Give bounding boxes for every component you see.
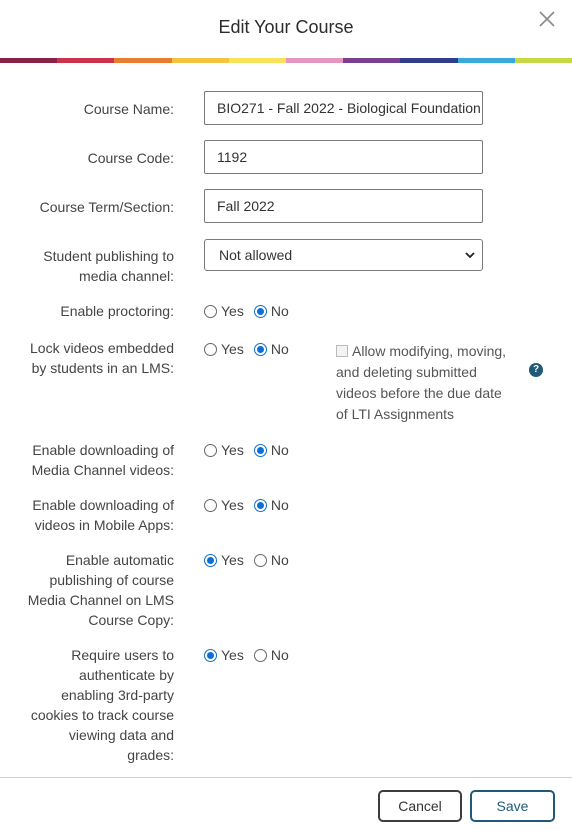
auto-publish-label: Enable automatic publishing of course Me… bbox=[6, 550, 174, 630]
lti-checkbox[interactable] bbox=[336, 345, 348, 357]
lock-videos-option-no[interactable]: No bbox=[253, 341, 289, 357]
course-term-input[interactable]: Fall 2022 bbox=[204, 189, 483, 223]
radio-button[interactable] bbox=[204, 304, 217, 318]
radio-button[interactable] bbox=[253, 342, 267, 356]
radio-button[interactable] bbox=[204, 648, 217, 662]
lti-checkbox-text: Allow modifying, moving, bbox=[352, 343, 507, 359]
radio-label: Yes bbox=[221, 442, 244, 458]
student-publishing-selected: Not allowed bbox=[219, 247, 293, 263]
cookies-label-line: cookies to track course bbox=[30, 707, 174, 723]
proctoring-label: Enable proctoring: bbox=[60, 303, 174, 319]
download-channel-label-line: Enable downloading of bbox=[32, 442, 174, 458]
radio-label: Yes bbox=[221, 341, 244, 357]
third-party-cookies-option-no[interactable]: No bbox=[253, 647, 289, 663]
course-code-input[interactable]: 1192 bbox=[204, 140, 483, 174]
radio-label: No bbox=[270, 303, 289, 319]
third-party-cookies-option-yes[interactable]: Yes bbox=[204, 647, 244, 663]
proctoring-option-yes[interactable]: Yes bbox=[204, 303, 244, 319]
auto-publish-option-yes[interactable]: Yes bbox=[204, 552, 244, 568]
close-icon[interactable] bbox=[536, 8, 558, 30]
chevron-down-icon bbox=[465, 252, 475, 259]
radio-label: No bbox=[270, 552, 289, 568]
download-mobile-radio-group: Yes No bbox=[204, 497, 299, 513]
save-button[interactable]: Save bbox=[470, 790, 555, 822]
course-form: Course Name: BIO271 - Fall 2022 - Biolog… bbox=[0, 63, 572, 775]
cookies-radio-group: Yes No bbox=[204, 647, 299, 663]
radio-label: No bbox=[270, 647, 289, 663]
lock-videos-option-yes[interactable]: Yes bbox=[204, 341, 244, 357]
download-mobile-label: Enable downloading of videos in Mobile A… bbox=[6, 495, 174, 535]
radio-label: No bbox=[270, 497, 289, 513]
cookies-label-line: grades: bbox=[127, 747, 174, 763]
radio-button[interactable] bbox=[204, 342, 217, 356]
lti-checkbox-text: and deleting submitted bbox=[336, 364, 477, 380]
download-mobile-label-line: Enable downloading of bbox=[32, 497, 174, 513]
radio-label: Yes bbox=[221, 497, 244, 513]
download-mobile-option-no[interactable]: No bbox=[253, 497, 289, 513]
auto-publish-label-line: Media Channel on LMS bbox=[27, 592, 174, 608]
auto-publish-label-line: Course Copy: bbox=[88, 612, 174, 628]
download-mobile-label-line: videos in Mobile Apps: bbox=[34, 517, 174, 533]
radio-button[interactable] bbox=[253, 648, 267, 662]
download-mobile-option-yes[interactable]: Yes bbox=[204, 497, 244, 513]
cancel-button[interactable]: Cancel bbox=[378, 790, 462, 822]
student-publishing-label-line: media channel: bbox=[79, 268, 174, 284]
help-icon[interactable]: ? bbox=[529, 363, 543, 377]
dialog-footer: Cancel Save bbox=[0, 777, 572, 831]
cookies-label: Require users to authenticate by enablin… bbox=[6, 645, 174, 765]
lti-checkbox-text: videos before the due date bbox=[336, 385, 502, 401]
cookies-label-line: viewing data and bbox=[68, 727, 174, 743]
radio-label: No bbox=[270, 341, 289, 357]
auto-publish-label-line: publishing of course bbox=[49, 572, 174, 588]
course-name-input[interactable]: BIO271 - Fall 2022 - Biological Foundati… bbox=[204, 91, 483, 125]
lock-videos-label-line: Lock videos embedded bbox=[30, 340, 174, 356]
radio-button[interactable] bbox=[204, 498, 217, 512]
student-publishing-label: Student publishing to media channel: bbox=[6, 246, 174, 286]
cookies-label-line: enabling 3rd-party bbox=[61, 687, 174, 703]
course-term-label: Course Term/Section: bbox=[39, 199, 174, 215]
download-channel-label: Enable downloading of Media Channel vide… bbox=[6, 440, 174, 480]
auto-publish-radio-group: Yes No bbox=[204, 552, 299, 568]
radio-button[interactable] bbox=[204, 443, 217, 457]
radio-button[interactable] bbox=[253, 304, 267, 318]
radio-button[interactable] bbox=[253, 443, 267, 457]
lock-videos-label-line: by students in an LMS: bbox=[31, 360, 174, 376]
lti-checkbox-option[interactable]: Allow modifying, moving, and deleting su… bbox=[336, 341, 526, 425]
dialog-header: Edit Your Course bbox=[0, 0, 572, 58]
radio-label: Yes bbox=[221, 552, 244, 568]
download-channel-radio-group: Yes No bbox=[204, 442, 299, 458]
radio-button[interactable] bbox=[253, 498, 267, 512]
lock-videos-radio-group: Yes No bbox=[204, 341, 299, 357]
radio-button[interactable] bbox=[253, 553, 267, 567]
radio-label: No bbox=[270, 442, 289, 458]
download-channel-label-line: Media Channel videos: bbox=[31, 462, 174, 478]
course-name-label: Course Name: bbox=[83, 101, 174, 117]
radio-label: Yes bbox=[221, 303, 244, 319]
dialog-title: Edit Your Course bbox=[218, 17, 354, 37]
course-code-label: Course Code: bbox=[87, 150, 174, 166]
cookies-label-line: Require users to bbox=[71, 647, 174, 663]
auto-publish-label-line: Enable automatic bbox=[65, 552, 174, 568]
student-publishing-label-line: Student publishing to bbox=[43, 248, 174, 264]
auto-publish-option-no[interactable]: No bbox=[253, 552, 289, 568]
lti-checkbox-text: of LTI Assignments bbox=[336, 406, 455, 422]
proctoring-option-no[interactable]: No bbox=[253, 303, 289, 319]
cookies-label-line: authenticate by bbox=[79, 667, 174, 683]
download-channel-option-no[interactable]: No bbox=[253, 442, 289, 458]
radio-button[interactable] bbox=[204, 553, 217, 567]
proctoring-radio-group: Yes No bbox=[204, 303, 299, 319]
student-publishing-select[interactable]: Not allowed bbox=[204, 239, 483, 271]
download-channel-option-yes[interactable]: Yes bbox=[204, 442, 244, 458]
lock-videos-label: Lock videos embedded by students in an L… bbox=[6, 338, 174, 378]
radio-label: Yes bbox=[221, 647, 244, 663]
